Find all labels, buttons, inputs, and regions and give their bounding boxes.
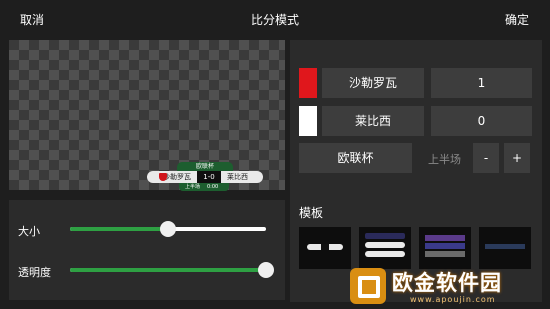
template-2-header-icon [365,233,405,239]
opacity-slider-fill [70,268,266,272]
watermark-url: www.apoujin.com [410,295,496,304]
away-team-input[interactable]: 莱比西 [322,106,424,136]
template-2[interactable] [359,227,411,269]
confirm-button[interactable]: 确定 [505,11,529,28]
template-3-header-icon [425,235,465,241]
template-3-row2-icon [425,251,465,257]
overlay-score-row: 沙勒罗瓦 1-0 莱比西 [139,171,271,183]
competition-input[interactable]: 欧联杯 [299,143,412,173]
slider-panel: 大小 透明度 [9,200,285,300]
scoreboard-overlay[interactable]: 欧联杯 沙勒罗瓦 1-0 莱比西 上半场 0:00 [139,162,271,198]
opacity-label: 透明度 [18,266,51,279]
overlay-period-time: 上半场 0:00 [179,183,229,191]
template-title: 模板 [299,206,324,220]
away-score-input[interactable]: 0 [431,106,532,136]
period-label: 上半场 [428,153,461,166]
home-color-swatch[interactable] [299,68,317,98]
scoreboard-preview: 欧联杯 沙勒罗瓦 1-0 莱比西 上半场 0:00 [9,40,285,191]
watermark-logo-icon [350,268,386,304]
site-watermark: 欧金软件园 www.apoujin.com [350,264,550,309]
overlay-home-name: 沙勒罗瓦 [163,173,191,181]
template-2-row1-icon [365,242,405,248]
top-bar: 取消 比分模式 确定 [0,0,550,36]
overlay-time: 0:00 [207,184,219,190]
watermark-text: 欧金软件园 [392,271,502,295]
page-title: 比分模式 [250,13,299,27]
template-3[interactable] [419,227,471,269]
overlay-score: 1-0 [197,171,221,183]
overlay-away-team: 莱比西 [221,171,263,183]
template-4-bar-icon [485,244,525,249]
size-slider-fill [70,227,168,231]
template-4[interactable] [479,227,531,269]
overlay-half: 上半场 [185,184,201,190]
template-3-row1-icon [425,243,465,249]
size-label: 大小 [18,225,40,238]
settings-panel: 沙勒罗瓦 1 莱比西 0 欧联杯 上半场 - + 模板 [290,40,542,302]
size-slider[interactable] [70,221,266,237]
size-slider-thumb[interactable] [160,221,176,237]
home-team-input[interactable]: 沙勒罗瓦 [322,68,424,98]
template-1-score-icon [321,244,329,250]
overlay-home-team: 沙勒罗瓦 [147,171,197,183]
overlay-competition: 欧联杯 [177,162,233,171]
template-1[interactable] [299,227,351,269]
period-minus-button[interactable]: - [473,143,499,173]
away-color-swatch[interactable] [299,106,317,136]
template-2-row2-icon [365,251,405,257]
period-plus-button[interactable]: + [504,143,530,173]
opacity-slider-thumb[interactable] [258,262,274,278]
home-score-input[interactable]: 1 [431,68,532,98]
home-team-badge-icon [159,173,167,181]
opacity-slider[interactable] [70,262,274,278]
